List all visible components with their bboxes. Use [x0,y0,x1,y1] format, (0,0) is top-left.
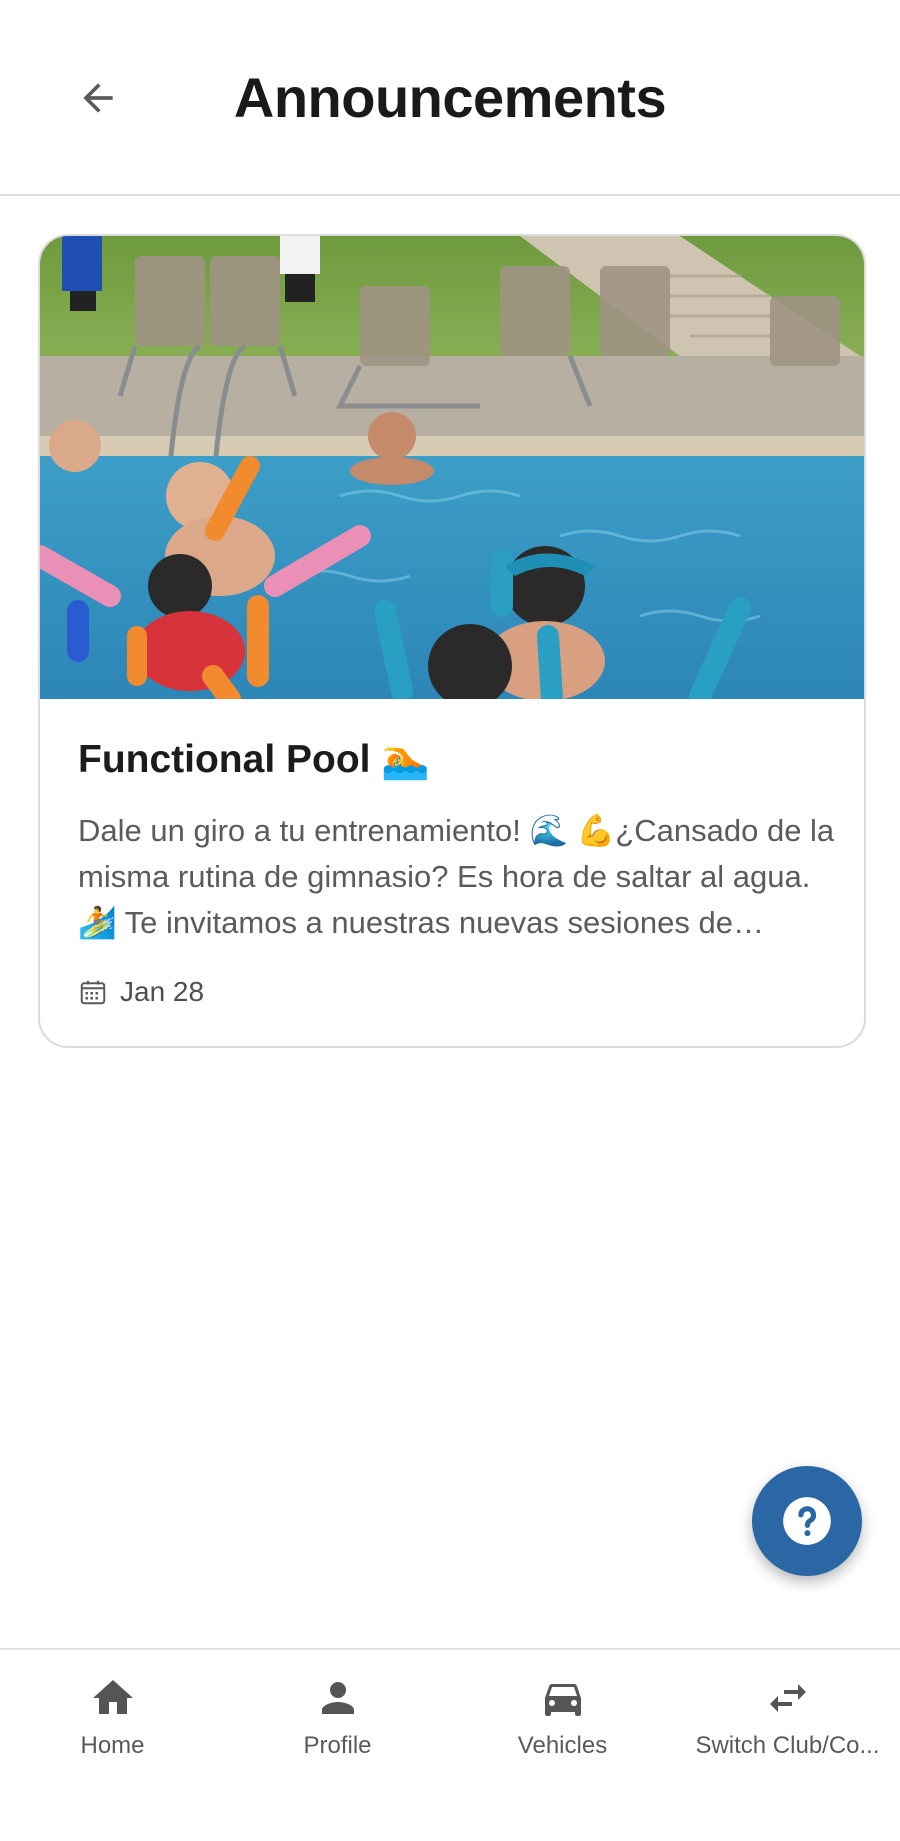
home-icon [87,1672,139,1724]
nav-vehicles[interactable]: Vehicles [450,1650,675,1780]
announcement-title: Functional Pool 🏊 [78,738,430,781]
announcement-excerpt: Dale un giro a tu entrenamiento! 🌊 💪¿Can… [78,813,835,940]
car-icon [537,1672,589,1724]
person-icon [312,1672,364,1724]
bottom-navigation: Home Profile Vehicles Switch Club/Co... [0,1648,900,1841]
nav-profile-label: Profile [303,1732,372,1759]
nav-home[interactable]: Home [0,1650,225,1780]
page-title: Announcements [233,66,667,129]
help-button[interactable] [752,1466,862,1576]
nav-profile[interactable]: Profile [225,1650,450,1780]
nav-vehicles-label: Vehicles [517,1732,608,1759]
nav-home-label: Home [80,1732,145,1759]
announcement-date: Jan 28 [78,976,204,1008]
help-icon [783,1497,831,1545]
calendar-icon [78,977,108,1007]
swap-icon [762,1672,814,1724]
pool-photo [40,236,864,699]
announcement-card[interactable]: Functional Pool 🏊 Dale un giro a tu entr… [38,234,866,1048]
nav-switch-club-label: Switch Club/Co... [695,1732,880,1759]
nav-switch-club[interactable]: Switch Club/Co... [675,1650,900,1780]
app-header: Announcements [0,0,900,196]
announcement-date-text: Jan 28 [120,976,205,1007]
